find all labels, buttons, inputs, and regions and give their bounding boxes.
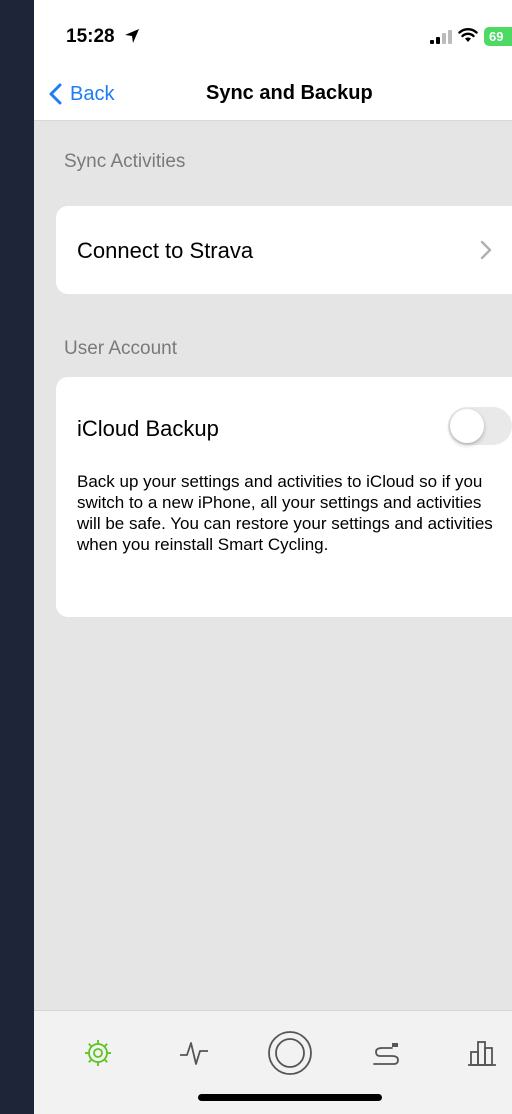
- battery-indicator: 69: [484, 27, 512, 46]
- chevron-left-icon: [49, 83, 62, 105]
- connect-strava-row[interactable]: Connect to Strava: [56, 206, 512, 294]
- status-time: 15:28: [66, 26, 115, 47]
- location-arrow-icon: [125, 29, 139, 43]
- stats-bars-icon: [468, 1041, 496, 1066]
- toggle-knob: [450, 409, 484, 443]
- connect-strava-label: Connect to Strava: [77, 238, 254, 263]
- navigation-bar: Back Sync and Backup: [34, 70, 512, 121]
- wifi-icon: [458, 28, 478, 42]
- icloud-backup-card: iCloud Backup Back up your settings and …: [56, 377, 512, 617]
- ride-target-icon: [268, 1031, 312, 1075]
- page-title: Sync and Backup: [206, 82, 373, 104]
- status-bar: 15:28 69: [34, 0, 512, 70]
- back-button[interactable]: Back: [48, 79, 114, 109]
- route-icon: [373, 1043, 399, 1065]
- section-header-account: User Account: [64, 338, 177, 359]
- back-label: Back: [70, 82, 115, 105]
- home-indicator[interactable]: [198, 1094, 382, 1101]
- tab-ride[interactable]: [260, 1011, 320, 1095]
- tab-routes[interactable]: [356, 1011, 416, 1095]
- tab-settings[interactable]: [68, 1011, 128, 1095]
- icloud-backup-toggle[interactable]: [448, 407, 512, 445]
- activity-icon: [180, 1042, 208, 1065]
- icloud-backup-description: Back up your settings and activities to …: [77, 472, 493, 554]
- tab-activity[interactable]: [164, 1011, 224, 1095]
- chevron-right-icon: [480, 240, 492, 260]
- tab-stats[interactable]: [452, 1011, 512, 1095]
- section-header-sync: Sync Activities: [64, 151, 186, 172]
- phone-screen: 15:28 69 Back Sync and Backup Sync Activ…: [34, 0, 512, 1114]
- cellular-signal-icon: [430, 30, 452, 44]
- icloud-backup-label: iCloud Backup: [77, 416, 219, 441]
- gear-icon: [85, 1040, 111, 1066]
